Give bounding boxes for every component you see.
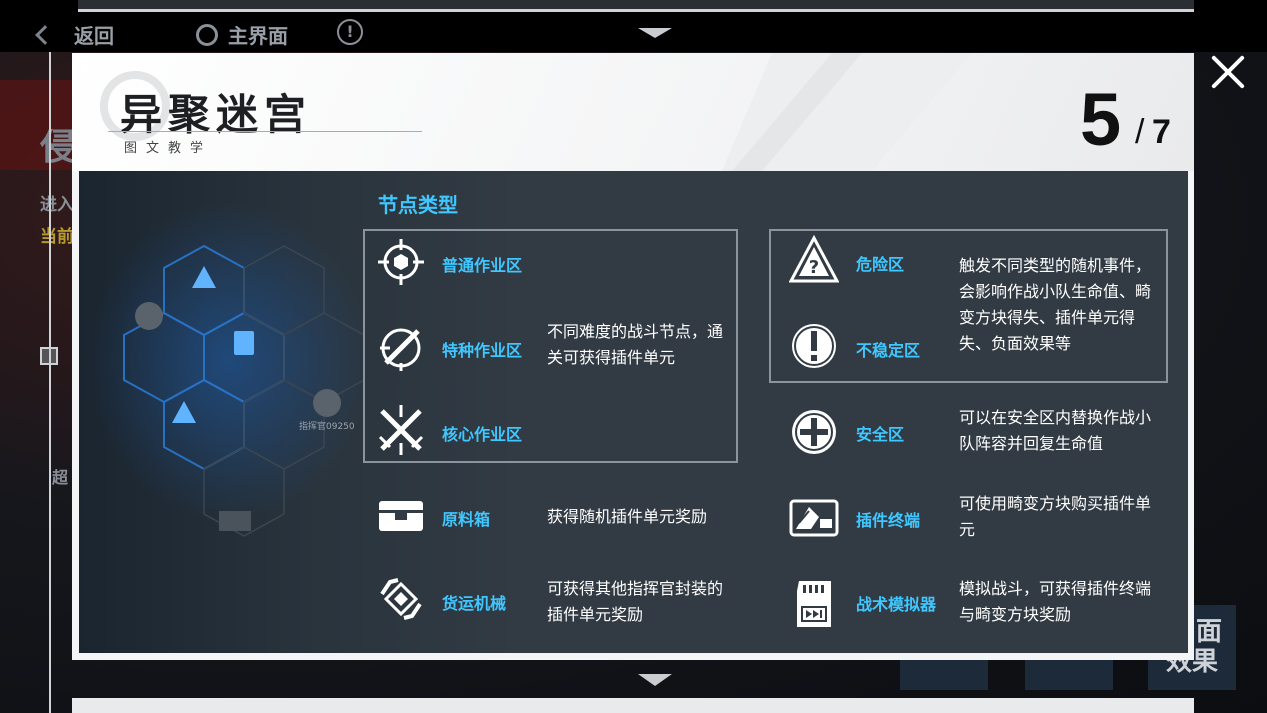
node-safe-description: 可以在安全区内替换作战小队阵容并回复生命值 xyxy=(959,408,1152,453)
node-terminal-description: 可使用畸变方块购买插件单元 xyxy=(959,494,1152,539)
node-special-name: 特种作业区 xyxy=(442,341,523,360)
title-rule xyxy=(108,131,422,132)
background-text: 当前 xyxy=(40,227,74,247)
node-safe-name: 安全区 xyxy=(856,425,905,444)
top-strip xyxy=(78,0,1194,12)
bottom-strip xyxy=(72,698,1194,713)
close-icon[interactable] xyxy=(1208,52,1248,92)
combat-nodes-description: 不同难度的战斗节点，通关可获得插件单元 xyxy=(547,322,724,367)
event-nodes-description: 触发不同类型的随机事件，会影响作战小队生命值、畸变方块得失、插件单元得失、负面效… xyxy=(959,256,1152,353)
map-label: 指挥官09250 xyxy=(299,420,355,432)
back-button[interactable]: 返回 xyxy=(35,20,114,49)
home-label: 主界面 xyxy=(228,24,288,48)
chevron-left-icon xyxy=(35,24,55,45)
node-crate-description: 获得随机插件单元奖励 xyxy=(547,507,708,526)
exclamation-icon xyxy=(792,324,836,368)
hex-map-illustration: 指挥官09250 xyxy=(89,201,369,537)
modal-subtitle: 图文教学 xyxy=(124,141,213,156)
warning-triangle-icon: ? xyxy=(789,235,839,283)
supply-crate-icon xyxy=(379,501,423,531)
plus-circle-icon xyxy=(792,410,836,454)
background-title: 侵 xyxy=(40,127,77,168)
home-button[interactable]: 主界面 xyxy=(196,20,288,49)
page-separator: / xyxy=(1135,113,1145,151)
scroll-down-indicator-icon[interactable] xyxy=(638,674,672,686)
node-unstable-name: 不稳定区 xyxy=(856,341,921,360)
node-danger-name: 危险区 xyxy=(856,255,905,274)
info-icon[interactable]: ! xyxy=(337,19,363,45)
section-title: 节点类型 xyxy=(378,193,458,217)
node-simulator-name: 战术模拟器 xyxy=(856,595,937,614)
sd-card-icon xyxy=(797,581,831,627)
background-text: 超 xyxy=(52,468,69,487)
tutorial-modal: 异聚迷宫 图文教学 5 / 7 指挥官09250 节点类型 普通作业区 特种作业… xyxy=(72,53,1194,660)
page-total: 7 xyxy=(1152,113,1171,151)
node-simulator-description: 模拟战斗，可获得插件终端与畸变方块奖励 xyxy=(959,579,1152,624)
page-current: 5 xyxy=(1080,78,1122,161)
divider xyxy=(49,0,51,713)
node-cargo-name: 货运机械 xyxy=(442,594,507,613)
node-crate-name: 原料箱 xyxy=(442,510,491,529)
content-panel: 指挥官09250 节点类型 普通作业区 特种作业区 不同难度的战斗节点，通关可获… xyxy=(79,171,1188,653)
crosshair-icon xyxy=(378,239,424,285)
background-text: 进入 xyxy=(40,195,74,215)
scroll-up-indicator-icon xyxy=(638,28,672,38)
crossed-swords-icon xyxy=(378,405,424,455)
crossed-sword-icon xyxy=(380,328,421,371)
modal-header: 异聚迷宫 图文教学 5 / 7 xyxy=(72,53,1194,171)
plugin-terminal-icon xyxy=(789,499,839,537)
node-core-name: 核心作业区 xyxy=(442,425,523,444)
modal-title: 异聚迷宫 xyxy=(120,90,313,139)
cargo-machine-icon xyxy=(380,578,422,620)
back-label: 返回 xyxy=(74,24,114,48)
node-cargo-description: 可获得其他指挥官封装的插件单元奖励 xyxy=(547,579,724,624)
node-terminal-name: 插件终端 xyxy=(856,511,921,530)
node-normal-name: 普通作业区 xyxy=(442,256,523,275)
svg-text:?: ? xyxy=(809,257,819,278)
home-icon xyxy=(196,23,218,46)
